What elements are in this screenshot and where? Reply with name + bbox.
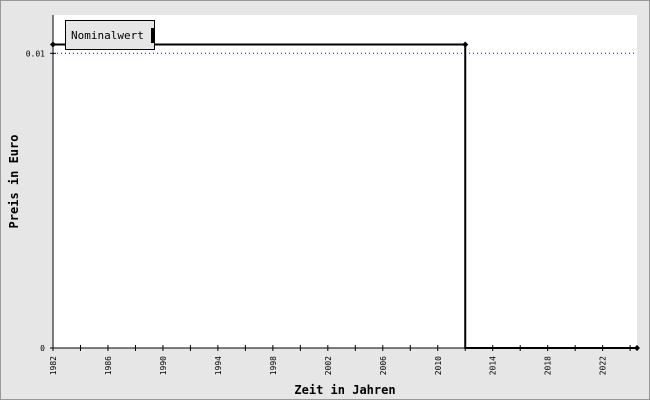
x-tick-label: 2014 [489,356,498,375]
y-tick-label: 0 [40,344,45,353]
y-tick-label: 0.01 [26,49,45,58]
legend-swatch [150,27,154,43]
x-tick-label: 1998 [269,356,278,375]
x-tick-label: 1990 [159,356,168,375]
x-tick-label: 2022 [599,356,608,375]
chart-svg: 1982 1986 1990 1994 1998 2002 2006 2010 2014 2018… [7,15,640,397]
chart-frame: 1982 1986 1990 1994 1998 2002 2006 2010 2014 2018… [0,0,650,400]
y-ticks: 00.01 [26,49,56,353]
x-tick-label: 2002 [324,356,333,375]
legend: Nominalwert [65,20,155,50]
x-tick-label: 2018 [544,356,553,375]
y-axis-title: Preis in Euro [7,135,21,229]
x-tick-label: 1986 [104,356,113,375]
legend-label: Nominalwert [71,28,144,42]
plot-area [53,15,637,348]
x-tick-label: 2006 [379,356,388,375]
x-tick-label: 2010 [434,356,443,375]
x-tick-label: 1982 [49,356,58,375]
x-axis-title: Zeit in Jahren [294,383,395,397]
x-ticks: 1982 1986 1990 1994 1998 2002 2006 2010 2014 2018… [49,345,631,375]
x-tick-label: 1994 [214,356,223,375]
